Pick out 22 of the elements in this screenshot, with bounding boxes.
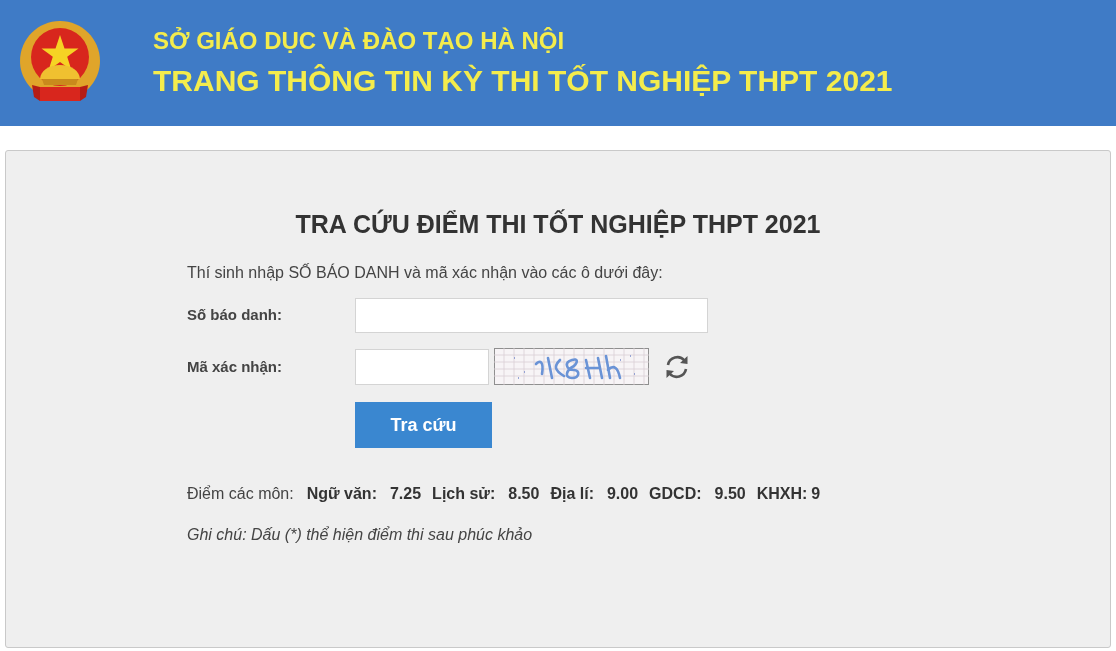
field-label: Số báo danh: <box>187 305 283 326</box>
header-subtitle: SỞ GIÁO DỤC VÀ ĐÀO TẠO HÀ NỘI <box>153 26 566 56</box>
instruction-text: Thí sinh nhập SỐ BÁO DANH và mã xác nhận vào các ô dưới đây: <box>187 262 664 283</box>
score-value: 9 <box>811 484 821 504</box>
subject-label: Ngữ văn: <box>306 484 377 504</box>
panel-heading: TRA CỨU ĐIỂM THI TỐT NGHIỆP THPT 2021 <box>294 209 822 239</box>
note-text: Ghi chú: Dấu (*) thể hiện điểm thi sau phúc khảo <box>187 525 534 545</box>
score-value: 9.00 <box>606 484 639 504</box>
subject-label: GDCD: <box>649 484 702 504</box>
field-label: Mã xác nhận: <box>187 356 284 377</box>
score-value: 7.25 <box>389 484 422 504</box>
score-value: 8.50 <box>508 484 540 504</box>
scores-label: Điểm các môn: <box>187 484 294 504</box>
header-title: TRANG THÔNG TIN KỲ THI TỐT NGHIỆP THPT 2021 <box>153 63 893 99</box>
subject-label: KHXH: <box>756 484 808 504</box>
search-button[interactable]: Tra cứu <box>355 402 492 448</box>
score-value: 9.50 <box>714 484 746 504</box>
refresh-icon[interactable] <box>664 354 690 380</box>
subject-label: Lịch sử: <box>432 484 496 504</box>
input-field[interactable] <box>355 349 489 385</box>
subject-label: Địa lí: <box>550 484 594 504</box>
input-field[interactable] <box>355 298 708 333</box>
